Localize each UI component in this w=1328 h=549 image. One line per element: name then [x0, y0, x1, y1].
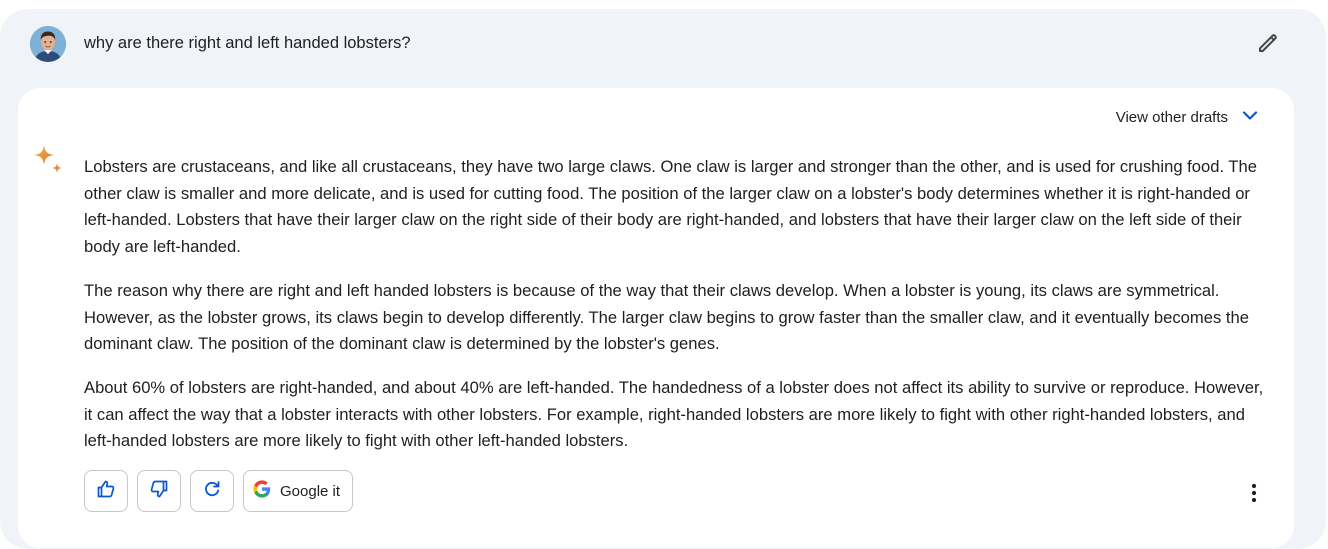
- google-it-label: Google it: [280, 482, 341, 500]
- response-paragraph: The reason why there are right and left …: [84, 280, 1249, 354]
- refresh-icon: [202, 479, 222, 504]
- google-g-icon: [252, 479, 272, 504]
- more-vertical-icon: [1251, 483, 1257, 508]
- response-body: Lobsters are crustaceans, and like all c…: [84, 154, 1264, 472]
- chevron-down-icon: [1240, 105, 1260, 130]
- response-paragraph: Lobsters are crustaceans, and like all c…: [84, 157, 1257, 257]
- pencil-icon: [1256, 31, 1280, 60]
- conversation-turn: why are there right and left handed lobs…: [0, 9, 1326, 549]
- prompt-text: why are there right and left handed lobs…: [84, 34, 411, 52]
- response-paragraph: About 60% of lobsters are right-handed, …: [84, 377, 1264, 451]
- view-other-drafts-label: View other drafts: [1115, 109, 1228, 126]
- response-actions: Google it: [84, 470, 354, 512]
- edit-prompt-button[interactable]: [1252, 29, 1284, 61]
- thumbs-down-icon: [149, 479, 169, 504]
- google-it-button[interactable]: Google it: [243, 470, 354, 512]
- regenerate-button[interactable]: [190, 470, 234, 512]
- user-prompt-row: why are there right and left handed lobs…: [0, 9, 1326, 83]
- sparkle-icon: [30, 142, 66, 178]
- view-other-drafts-button[interactable]: View other drafts: [1116, 105, 1260, 130]
- thumbs-up-icon: [96, 479, 116, 504]
- user-avatar: [30, 26, 66, 62]
- more-options-button[interactable]: [1240, 481, 1268, 509]
- bad-response-button[interactable]: [137, 470, 181, 512]
- good-response-button[interactable]: [84, 470, 128, 512]
- response-card: View other drafts Lobsters are crustacea…: [18, 88, 1294, 548]
